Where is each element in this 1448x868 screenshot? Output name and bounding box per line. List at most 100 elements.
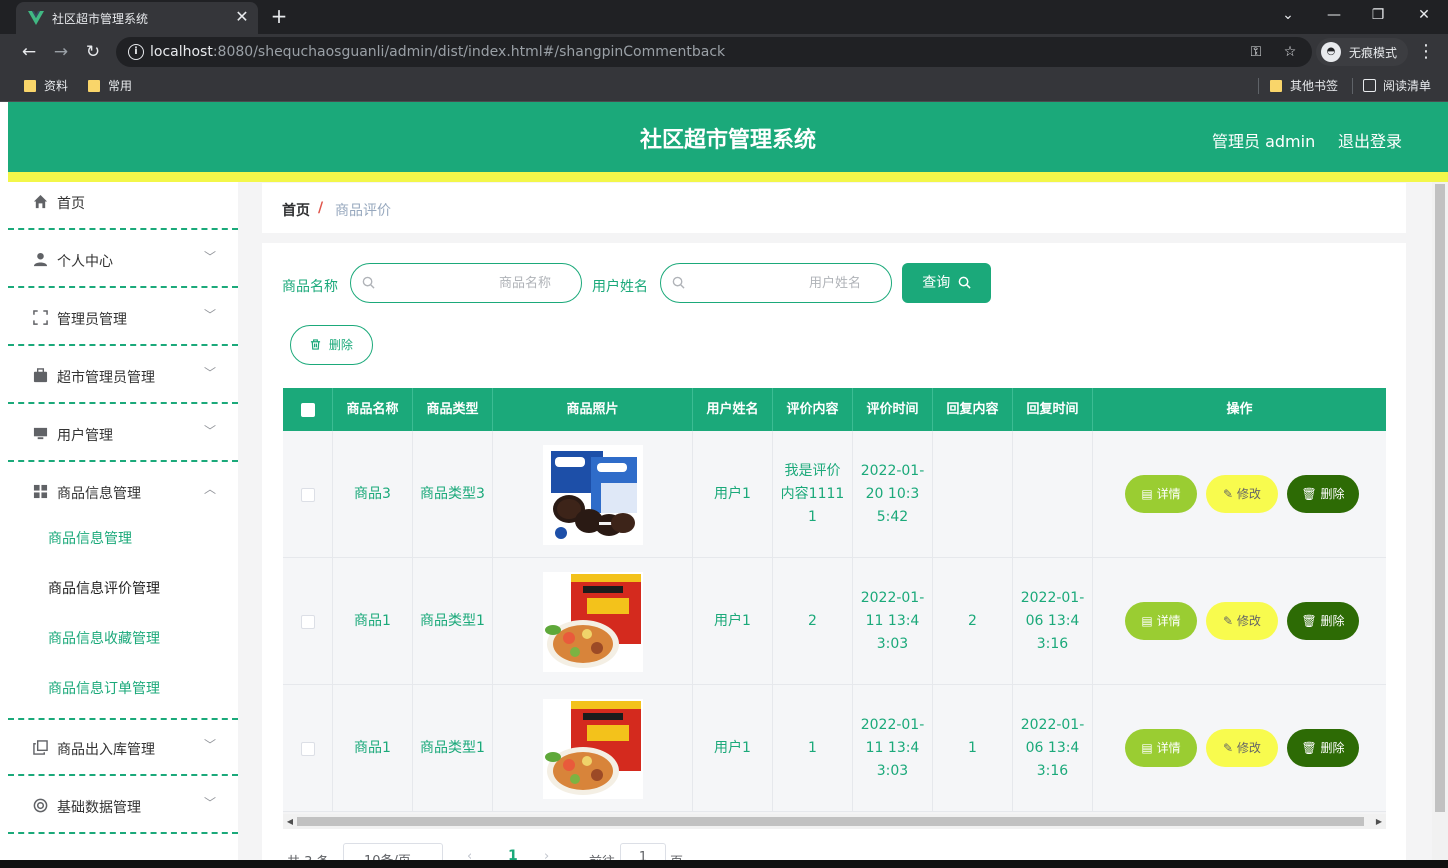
submenu-item[interactable]: 商品信息收藏管理 — [8, 612, 238, 662]
user-name-input[interactable] — [691, 272, 861, 294]
browser-tab[interactable]: 社区超市管理系统 ✕ — [16, 2, 258, 34]
delete-button[interactable]: 🗑 删除 — [1287, 475, 1359, 513]
forward-icon[interactable]: → — [48, 39, 74, 65]
address-bar[interactable]: i localhost:8080/shequchaosguanli/admin/… — [116, 37, 1312, 67]
back-icon[interactable]: ← — [16, 39, 42, 65]
restore-icon[interactable]: ❐ — [1364, 3, 1392, 27]
header-checkbox-cell — [283, 388, 333, 431]
sidebar-item-profile[interactable]: 个人中心 ﹀ — [8, 232, 238, 288]
sidebar-item-label: 个人中心 — [57, 254, 113, 270]
reading-list[interactable]: 阅读清单 — [1361, 77, 1431, 95]
new-tab-icon[interactable]: + — [268, 4, 290, 28]
reading-list-icon — [1363, 79, 1376, 92]
edit-button[interactable]: ✎ 修改 — [1206, 729, 1278, 767]
bulk-delete-button[interactable]: 删除 — [290, 325, 373, 365]
search-icon — [958, 276, 971, 289]
folder-icon — [88, 80, 100, 92]
sidebar-item-store-admins[interactable]: 超市管理员管理 ﹀ — [8, 348, 238, 404]
column-header: 商品名称 — [333, 388, 413, 431]
product-name-search[interactable] — [350, 263, 582, 303]
star-icon[interactable]: ☆ — [1280, 42, 1300, 62]
edit-button[interactable]: ✎ 修改 — [1206, 475, 1278, 513]
chevron-down-icon: ﹀ — [204, 424, 217, 438]
sidebar-item-users[interactable]: 用户管理 ﹀ — [8, 406, 238, 462]
detail-button[interactable]: ▤ 详情 — [1125, 729, 1197, 767]
row-checkbox-cell — [283, 558, 333, 685]
os-taskbar — [0, 860, 1448, 868]
scroll-right-icon[interactable]: ▶ — [1372, 814, 1386, 829]
breadcrumb-home[interactable]: 首页 — [282, 200, 310, 220]
copy-icon — [33, 740, 48, 755]
submenu-item[interactable]: 商品信息订单管理 — [8, 662, 238, 712]
row-checkbox[interactable] — [300, 487, 315, 502]
product-name-input[interactable] — [381, 272, 551, 294]
cell-product-type: 商品类型1 — [413, 558, 493, 685]
select-all-checkbox[interactable] — [301, 403, 315, 417]
edit-button[interactable]: ✎ 修改 — [1206, 602, 1278, 640]
pencil-icon: ✎ — [1223, 614, 1237, 628]
scroll-left-icon[interactable]: ◀ — [283, 814, 297, 829]
row-checkbox[interactable] — [300, 614, 315, 629]
delete-button[interactable]: 🗑 删除 — [1287, 729, 1359, 767]
cell-product-photo — [493, 558, 693, 685]
cell-reply-time: 2022-01-06 13:43:16 — [1013, 685, 1093, 812]
tab-search-icon[interactable]: ⌄ — [1274, 3, 1302, 27]
scrollbar-thumb[interactable] — [1435, 184, 1445, 812]
sidebar-item-home[interactable]: 首页 — [8, 174, 238, 230]
oreo-product-image — [542, 444, 643, 545]
detail-button[interactable]: ▤ 详情 — [1125, 475, 1197, 513]
cell-comment: 1 — [773, 685, 853, 812]
trash-icon: 🗑 — [1301, 614, 1321, 628]
site-info-icon[interactable]: i — [128, 44, 144, 60]
submenu-item[interactable]: 商品信息管理 — [8, 512, 238, 562]
cell-product-photo — [493, 685, 693, 812]
minimize-icon[interactable]: — — [1320, 3, 1348, 27]
detail-button[interactable]: ▤ 详情 — [1125, 602, 1197, 640]
cell-actions: ▤ 详情 ✎ 修改 🗑 删除 — [1093, 558, 1386, 685]
vue-logo-icon — [28, 11, 44, 25]
other-bookmarks[interactable]: 其他书签 — [1268, 77, 1338, 95]
table-horizontal-scrollbar[interactable]: ◀ ▶ — [283, 814, 1386, 829]
product-name-label: 商品名称 — [282, 279, 338, 295]
close-window-icon[interactable]: ✕ — [1410, 3, 1438, 27]
cell-product-name: 商品3 — [333, 431, 413, 558]
row-checkbox-cell — [283, 431, 333, 558]
cell-reply — [933, 431, 1013, 558]
lifebuoy-icon — [33, 798, 48, 813]
table-row: 商品1 商品类型1 — [283, 558, 1386, 685]
delete-button[interactable]: 🗑 删除 — [1287, 602, 1359, 640]
column-header: 用户姓名 — [693, 388, 773, 431]
bookmark-folder[interactable]: 资料 — [22, 77, 68, 95]
table-row: 商品3 商品类型3 用户1 我是评价内容11111 2022-01-20 10:… — [283, 431, 1386, 558]
key-icon[interactable]: ⚿ — [1246, 42, 1266, 62]
sidebar-item-label: 商品出入库管理 — [57, 742, 155, 758]
user-name-search[interactable] — [660, 263, 892, 303]
app-viewport: 社区超市管理系统 管理员 admin 退出登录 首页 个人中心 ﹀ 管理员管理 … — [8, 102, 1448, 868]
column-header: 回复内容 — [933, 388, 1013, 431]
cell-reply-time — [1013, 431, 1093, 558]
cell-comment: 2 — [773, 558, 853, 685]
monitor-icon — [33, 427, 48, 440]
page-vertical-scrollbar[interactable] — [1432, 182, 1448, 868]
query-button[interactable]: 查询 — [902, 263, 991, 303]
reload-icon[interactable]: ↻ — [80, 39, 106, 65]
sidebar-item-admins[interactable]: 管理员管理 ﹀ — [8, 290, 238, 346]
close-tab-icon[interactable]: ✕ — [232, 7, 252, 27]
scrollbar-thumb[interactable] — [297, 817, 1364, 826]
app-header: 社区超市管理系统 管理员 admin 退出登录 — [8, 102, 1448, 172]
row-checkbox-cell — [283, 685, 333, 812]
column-header: 商品照片 — [493, 388, 693, 431]
browser-menu-icon[interactable]: ⋮ — [1416, 39, 1436, 65]
sidebar-item-label: 用户管理 — [57, 428, 113, 444]
logout-link[interactable]: 退出登录 — [1338, 128, 1402, 152]
row-checkbox[interactable] — [300, 741, 315, 756]
submenu-item-active[interactable]: 商品信息评价管理 — [8, 562, 238, 612]
incognito-badge[interactable]: ◓ 无痕模式 — [1316, 38, 1408, 66]
search-icon — [672, 276, 685, 289]
bookmark-folder[interactable]: 常用 — [86, 77, 132, 95]
noodle-product-image — [542, 698, 643, 799]
sidebar-item-products[interactable]: 商品信息管理 ︿ 商品信息管理 商品信息评价管理 商品信息收藏管理 商品信息订单… — [8, 464, 238, 720]
sidebar-item-inventory[interactable]: 商品出入库管理 ﹀ — [8, 720, 238, 776]
sidebar-item-base-data[interactable]: 基础数据管理 ﹀ — [8, 778, 238, 834]
cell-user-name: 用户1 — [693, 558, 773, 685]
